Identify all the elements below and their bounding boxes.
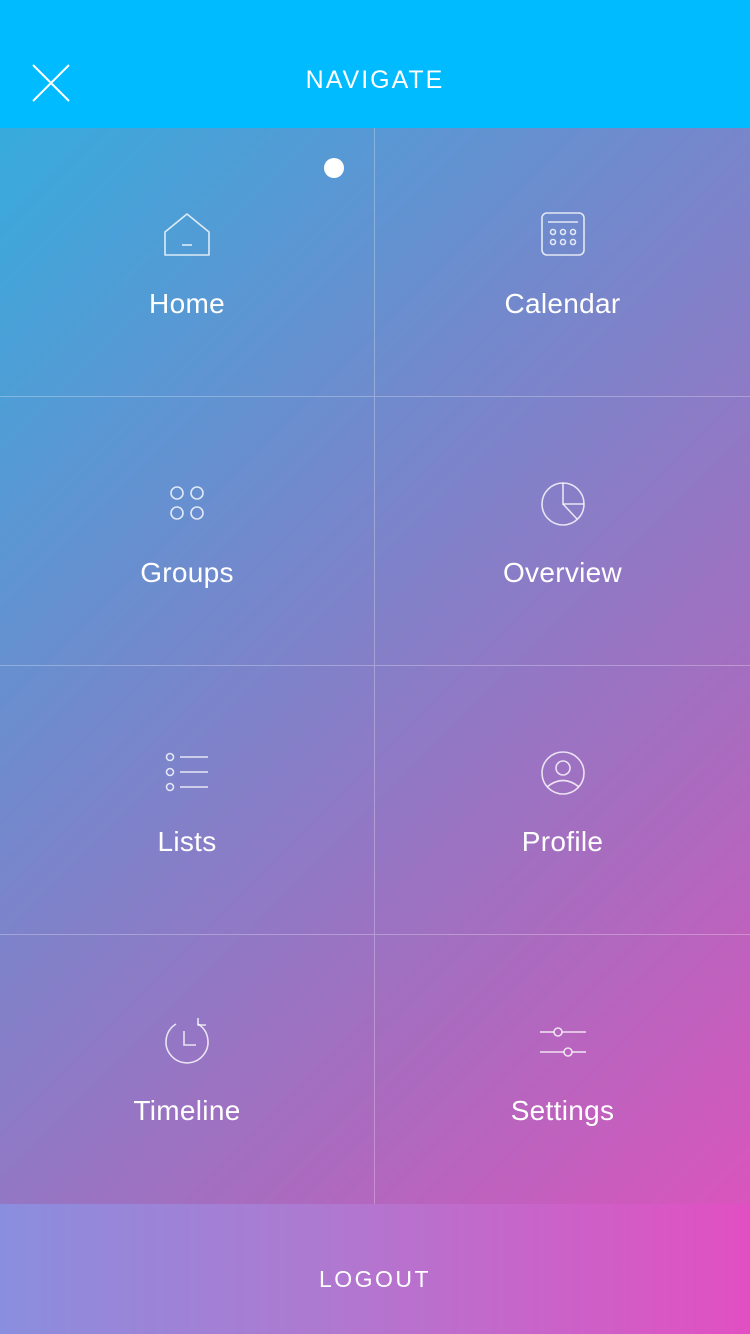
nav-item-groups[interactable]: Groups <box>0 397 375 666</box>
sliders-icon <box>536 1015 590 1069</box>
nav-item-profile[interactable]: Profile <box>375 666 750 935</box>
nav-item-overview[interactable]: Overview <box>375 397 750 666</box>
nav-item-lists[interactable]: Lists <box>0 666 375 935</box>
nav-item-label: Lists <box>157 826 217 857</box>
logout-button[interactable]: LOGOUT <box>0 1204 750 1334</box>
header-bar: NAVIGATE <box>0 0 750 128</box>
nav-item-label: Settings <box>510 1095 615 1126</box>
page-title: NAVIGATE <box>305 66 445 94</box>
pie-chart-icon <box>536 477 590 531</box>
logout-label: LOGOUT <box>318 1266 432 1292</box>
nav-item-label: Home <box>149 288 225 319</box>
nav-item-label: Overview <box>502 557 623 588</box>
active-indicator <box>324 158 344 178</box>
nav-item-calendar[interactable]: Calendar <box>375 128 750 397</box>
list-icon <box>160 746 214 800</box>
user-icon <box>536 746 590 800</box>
nav-item-home[interactable]: Home <box>0 128 375 397</box>
calendar-icon <box>536 208 590 262</box>
navigation-grid: Home Calendar Groups Overview Lists Prof… <box>0 128 750 1204</box>
nav-item-label: Calendar <box>504 288 621 319</box>
nav-item-label: Profile <box>521 826 604 857</box>
nav-item-label: Timeline <box>133 1095 241 1126</box>
nav-item-timeline[interactable]: Timeline <box>0 935 375 1204</box>
home-icon <box>160 208 214 262</box>
history-icon <box>160 1015 214 1069</box>
groups-icon <box>160 477 214 531</box>
nav-item-label: Groups <box>140 557 234 588</box>
nav-item-settings[interactable]: Settings <box>375 935 750 1204</box>
